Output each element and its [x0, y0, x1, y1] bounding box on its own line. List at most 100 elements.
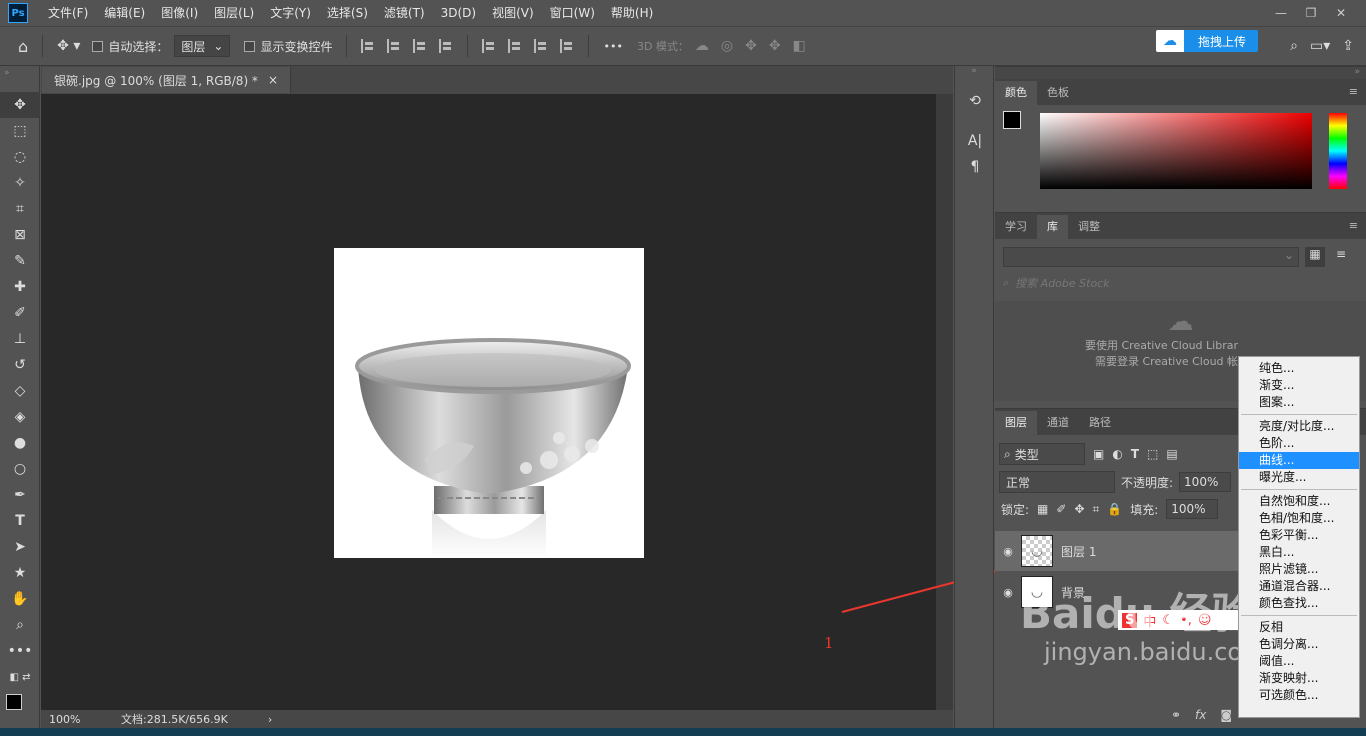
fill-input[interactable]: 100%	[1166, 499, 1219, 519]
home-icon[interactable]: ⌂	[18, 37, 28, 56]
foreground-color[interactable]	[6, 694, 22, 710]
panel-menu-icon[interactable]: ≡	[1349, 219, 1358, 232]
collapse-icon[interactable]: »	[0, 66, 39, 92]
pen-tool-icon[interactable]: ✒	[0, 482, 40, 508]
visibility-eye-icon[interactable]: ◉	[995, 545, 1021, 558]
menu-item-threshold[interactable]: 阈值...	[1239, 653, 1359, 670]
hand-tool-icon[interactable]: ✋	[0, 586, 40, 612]
opacity-input[interactable]: 100%	[1179, 472, 1232, 492]
history-panel-icon[interactable]: ⟲	[955, 88, 995, 114]
align-right-icon[interactable]	[413, 39, 427, 53]
layer-name[interactable]: 图层 1	[1061, 543, 1096, 560]
menu-item-channel-mixer[interactable]: 通道混合器...	[1239, 578, 1359, 595]
drag-3d-icon[interactable]: ✥	[745, 38, 757, 54]
lock-artboard-icon[interactable]: ⌗	[1093, 502, 1100, 517]
eraser-tool-icon[interactable]: ◇	[0, 378, 40, 404]
search-icon[interactable]: ⌕	[1290, 38, 1298, 54]
move-tool-icon[interactable]: ✥ ▾	[57, 38, 80, 54]
menu-item-gradient[interactable]: 渐变...	[1239, 377, 1359, 394]
frame-tool-icon[interactable]: ⊠	[0, 222, 40, 248]
menu-item-color-lookup[interactable]: 颜色查找...	[1239, 595, 1359, 612]
close-icon[interactable]: ✕	[1326, 3, 1356, 23]
history-brush-tool-icon[interactable]: ↺	[0, 352, 40, 378]
status-menu-icon[interactable]: ›	[268, 713, 272, 726]
grid-view-icon[interactable]: ▦	[1305, 247, 1325, 267]
menu-item-selective-color[interactable]: 可选颜色...	[1239, 687, 1359, 704]
zoom-tool-icon[interactable]: ⌕	[0, 612, 40, 638]
lock-position-icon[interactable]: ✥	[1074, 502, 1084, 516]
menu-item-brightness-contrast[interactable]: 亮度/对比度...	[1239, 418, 1359, 435]
menu-type[interactable]: 文字(Y)	[262, 0, 319, 26]
menu-item-solid-color[interactable]: 纯色...	[1239, 360, 1359, 377]
menu-item-hue-saturation[interactable]: 色相/饱和度...	[1239, 510, 1359, 527]
auto-select-dropdown[interactable]: 图层 ⌄	[174, 35, 231, 57]
add-mask-icon[interactable]: ◙	[1220, 708, 1232, 722]
menu-filter[interactable]: 滤镜(T)	[376, 0, 433, 26]
menu-item-photo-filter[interactable]: 照片滤镜...	[1239, 561, 1359, 578]
slide-3d-icon[interactable]: ✥	[769, 38, 781, 54]
align-center-icon[interactable]	[387, 39, 401, 53]
tab-channels[interactable]: 通道	[1037, 411, 1079, 435]
tab-learn[interactable]: 学习	[995, 215, 1037, 239]
document-tab[interactable]: 银碗.jpg @ 100% (图层 1, RGB/8) * ×	[42, 67, 291, 93]
layer-kind-filter[interactable]: ⌕ 类型	[999, 443, 1085, 465]
layer-row[interactable]: ◉ ◡ 图层 1	[995, 531, 1240, 571]
menu-item-exposure[interactable]: 曝光度...	[1239, 469, 1359, 486]
eyedropper-tool-icon[interactable]: ✎	[0, 248, 40, 274]
vertical-scrollbar[interactable]	[936, 94, 953, 710]
move-tool-icon[interactable]: ✥	[0, 92, 40, 118]
fx-icon[interactable]: fx	[1195, 708, 1206, 722]
menu-window[interactable]: 窗口(W)	[542, 0, 603, 26]
share-icon[interactable]: ⇪	[1342, 38, 1354, 54]
filter-type-icon[interactable]: T	[1131, 447, 1139, 461]
character-panel-icon[interactable]: A|	[955, 128, 995, 154]
color-swatches[interactable]	[0, 690, 39, 726]
menu-file[interactable]: 文件(F)	[40, 0, 96, 26]
magic-wand-tool-icon[interactable]: ✧	[0, 170, 40, 196]
auto-select-checkbox[interactable]: 自动选择：	[92, 38, 168, 55]
filter-pixel-icon[interactable]: ▣	[1093, 447, 1104, 461]
default-colors-icon[interactable]: ◧ ⇄	[0, 664, 40, 690]
menu-view[interactable]: 视图(V)	[484, 0, 542, 26]
close-tab-icon[interactable]: ×	[268, 73, 278, 87]
filter-shape-icon[interactable]: ⬚	[1147, 447, 1158, 461]
foreground-swatch[interactable]	[1003, 111, 1021, 129]
library-dropdown[interactable]: ⌄	[1003, 247, 1299, 267]
panel-collapse-icon[interactable]: »	[995, 67, 1366, 79]
camera-3d-icon[interactable]: ◧	[793, 38, 806, 54]
crop-tool-icon[interactable]: ⌗	[0, 196, 40, 222]
expand-icon[interactable]: «	[955, 66, 993, 80]
path-selection-tool-icon[interactable]: ➤	[0, 534, 40, 560]
menu-help[interactable]: 帮助(H)	[603, 0, 661, 26]
distribute-vertical-icon[interactable]	[560, 39, 574, 53]
menu-edit[interactable]: 编辑(E)	[96, 0, 153, 26]
menu-image[interactable]: 图像(I)	[153, 0, 206, 26]
distribute-icon[interactable]	[439, 39, 453, 53]
tab-paths[interactable]: 路径	[1079, 411, 1121, 435]
show-transform-checkbox[interactable]: 显示变换控件	[244, 38, 332, 55]
minimize-icon[interactable]: —	[1266, 3, 1296, 23]
blend-mode-dropdown[interactable]: 正常	[999, 471, 1115, 493]
orbit-3d-icon[interactable]: ☁	[695, 38, 709, 54]
visibility-eye-icon[interactable]: ◉	[995, 586, 1021, 599]
stock-search-field[interactable]: ⌕ 搜索 Adobe Stock	[995, 267, 1366, 291]
type-tool-icon[interactable]: T	[0, 508, 40, 534]
filter-adjustment-icon[interactable]: ◐	[1112, 447, 1122, 461]
shape-tool-icon[interactable]: ★	[0, 560, 40, 586]
tab-swatches[interactable]: 色板	[1037, 81, 1079, 105]
panel-menu-icon[interactable]: ≡	[1349, 85, 1358, 98]
tab-libraries[interactable]: 库	[1037, 215, 1068, 239]
filter-smart-object-icon[interactable]: ▤	[1166, 447, 1177, 461]
lock-all-icon[interactable]: 🔒	[1107, 502, 1122, 516]
align-bottom-icon[interactable]	[534, 39, 548, 53]
menu-item-gradient-map[interactable]: 渐变映射...	[1239, 670, 1359, 687]
menu-item-posterize[interactable]: 色调分离...	[1239, 636, 1359, 653]
align-top-icon[interactable]	[482, 39, 496, 53]
paragraph-panel-icon[interactable]: ¶	[955, 154, 995, 180]
lock-image-icon[interactable]: ✐	[1056, 502, 1066, 516]
brush-tool-icon[interactable]: ✐	[0, 300, 40, 326]
workspace-icon[interactable]: ▭▾	[1310, 38, 1330, 54]
upload-button[interactable]: ☁ 拖拽上传	[1156, 30, 1258, 52]
menu-item-levels[interactable]: 色阶...	[1239, 435, 1359, 452]
stamp-tool-icon[interactable]: ⊥	[0, 326, 40, 352]
